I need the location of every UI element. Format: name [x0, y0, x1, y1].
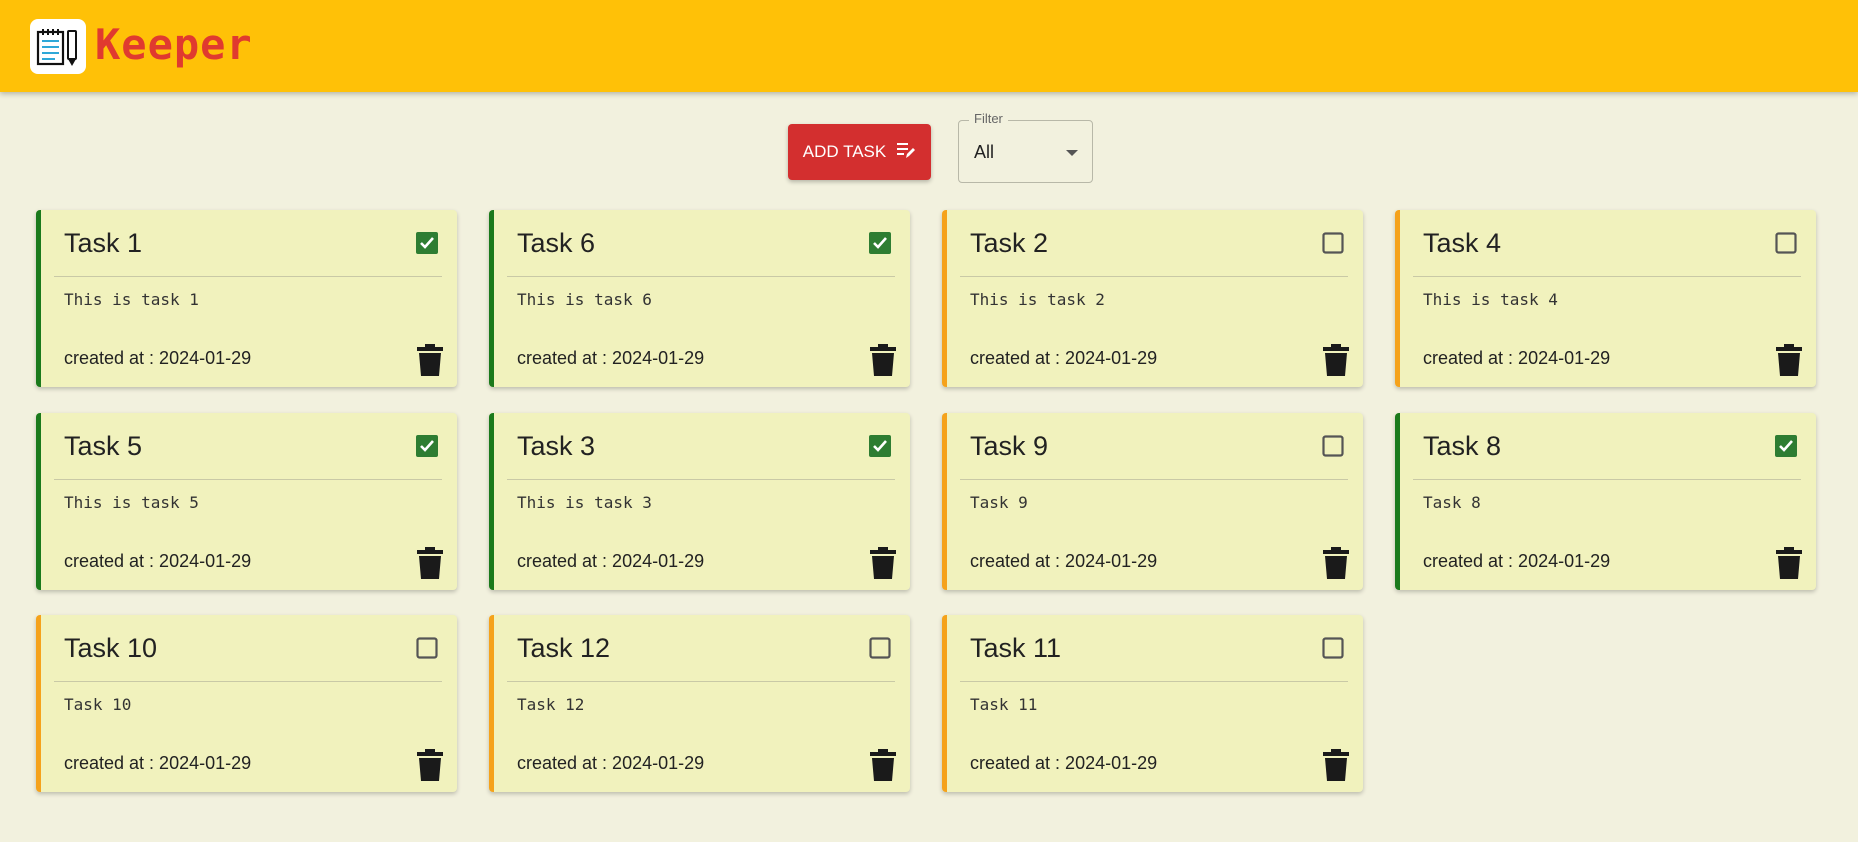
status-stripe — [489, 413, 494, 590]
task-title: Task 12 — [517, 633, 611, 663]
unchecked-checkbox-icon[interactable] — [416, 637, 438, 659]
delete-trash-icon[interactable] — [1323, 749, 1349, 781]
card-divider — [960, 479, 1348, 480]
task-title: Task 11 — [970, 633, 1062, 663]
delete-trash-icon[interactable] — [1776, 547, 1802, 579]
task-description: This is task 3 — [517, 493, 652, 512]
status-stripe — [36, 615, 41, 792]
task-card: Task 8 Task 8 created at : 2024-01-29 — [1395, 413, 1816, 590]
checked-checkbox-icon[interactable] — [1775, 435, 1797, 457]
task-description: This is task 2 — [970, 290, 1105, 309]
card-divider — [507, 681, 895, 682]
task-created-date: created at : 2024-01-29 — [970, 551, 1158, 571]
task-description: Task 10 — [64, 695, 132, 714]
card-divider — [1413, 479, 1801, 480]
task-created-date: created at : 2024-01-29 — [64, 551, 252, 571]
status-stripe — [489, 210, 494, 387]
unchecked-checkbox-icon[interactable] — [1322, 435, 1344, 457]
delete-trash-icon[interactable] — [417, 344, 443, 376]
task-description: This is task 6 — [517, 290, 652, 309]
status-stripe — [1395, 413, 1400, 590]
status-stripe — [1395, 210, 1400, 387]
notepad-pencil-logo-icon — [30, 19, 86, 74]
unchecked-checkbox-icon[interactable] — [1322, 232, 1344, 254]
task-created-date: created at : 2024-01-29 — [517, 551, 705, 571]
dropdown-arrow-icon — [1066, 150, 1078, 156]
task-card: Task 12 Task 12 created at : 2024-01-29 — [489, 615, 910, 792]
task-created-date: created at : 2024-01-29 — [1423, 348, 1611, 368]
add-task-label: ADD TASK — [802, 142, 887, 161]
checked-checkbox-icon[interactable] — [869, 232, 891, 254]
task-title: Task 2 — [970, 228, 1049, 258]
task-created-date: created at : 2024-01-29 — [517, 348, 705, 368]
task-created-date: created at : 2024-01-29 — [64, 753, 252, 773]
checked-checkbox-icon[interactable] — [416, 232, 438, 254]
task-card: Task 10 Task 10 created at : 2024-01-29 — [36, 615, 457, 792]
task-created-date: created at : 2024-01-29 — [970, 753, 1158, 773]
app-title: Keeper — [95, 20, 253, 69]
task-title: Task 6 — [517, 228, 596, 258]
delete-trash-icon[interactable] — [1323, 547, 1349, 579]
task-card: Task 9 Task 9 created at : 2024-01-29 — [942, 413, 1363, 590]
task-created-date: created at : 2024-01-29 — [1423, 551, 1611, 571]
playlist-add-icon — [896, 141, 916, 164]
task-description: Task 11 — [970, 695, 1038, 714]
task-description: Task 12 — [517, 695, 585, 714]
card-divider — [507, 479, 895, 480]
unchecked-checkbox-icon[interactable] — [1322, 637, 1344, 659]
delete-trash-icon[interactable] — [870, 547, 896, 579]
task-title: Task 3 — [517, 431, 596, 461]
unchecked-checkbox-icon[interactable] — [869, 637, 891, 659]
card-divider — [54, 276, 442, 277]
status-stripe — [942, 413, 947, 590]
card-divider — [1413, 276, 1801, 277]
task-description: This is task 1 — [64, 290, 199, 309]
task-card: Task 11 Task 11 created at : 2024-01-29 — [942, 615, 1363, 792]
task-title: Task 9 — [970, 431, 1049, 461]
task-title: Task 4 — [1423, 228, 1502, 258]
delete-trash-icon[interactable] — [1776, 344, 1802, 376]
task-title: Task 8 — [1423, 431, 1502, 461]
delete-trash-icon[interactable] — [870, 749, 896, 781]
checked-checkbox-icon[interactable] — [416, 435, 438, 457]
card-divider — [54, 681, 442, 682]
delete-trash-icon[interactable] — [417, 749, 443, 781]
task-card: Task 3 This is task 3 created at : 2024-01… — [489, 413, 910, 590]
task-card: Task 2 This is task 2 created at : 2024-01… — [942, 210, 1363, 387]
status-stripe — [489, 615, 494, 792]
unchecked-checkbox-icon[interactable] — [1775, 232, 1797, 254]
card-divider — [507, 276, 895, 277]
status-stripe — [942, 210, 947, 387]
task-card: Task 6 This is task 6 created at : 2024-01… — [489, 210, 910, 387]
filter-select[interactable]: Filter All — [958, 111, 1093, 183]
delete-trash-icon[interactable] — [870, 344, 896, 376]
status-stripe — [36, 210, 41, 387]
task-description: This is task 5 — [64, 493, 199, 512]
task-created-date: created at : 2024-01-29 — [970, 348, 1158, 368]
app-header: Keeper — [0, 0, 1858, 92]
task-created-date: created at : 2024-01-29 — [64, 348, 252, 368]
add-task-button[interactable]: ADD TASK — [788, 124, 931, 180]
status-stripe — [36, 413, 41, 590]
status-stripe — [942, 615, 947, 792]
task-description: Task 8 — [1423, 493, 1481, 512]
delete-trash-icon[interactable] — [417, 547, 443, 579]
task-title: Task 5 — [64, 431, 143, 461]
card-divider — [54, 479, 442, 480]
card-divider — [960, 681, 1348, 682]
filter-selected-value: All — [974, 142, 995, 162]
task-created-date: created at : 2024-01-29 — [517, 753, 705, 773]
card-divider — [960, 276, 1348, 277]
task-card: Task 4 This is task 4 created at : 2024-01… — [1395, 210, 1816, 387]
checked-checkbox-icon[interactable] — [869, 435, 891, 457]
delete-trash-icon[interactable] — [1323, 344, 1349, 376]
task-card: Task 1 This is task 1 created at : 2024-01… — [36, 210, 457, 387]
task-title: Task 1 — [64, 228, 143, 258]
task-description: Task 9 — [970, 493, 1028, 512]
filter-label: Filter — [969, 111, 1008, 126]
task-card: Task 5 This is task 5 created at : 2024-01… — [36, 413, 457, 590]
task-description: This is task 4 — [1423, 290, 1558, 309]
task-title: Task 10 — [64, 633, 158, 663]
